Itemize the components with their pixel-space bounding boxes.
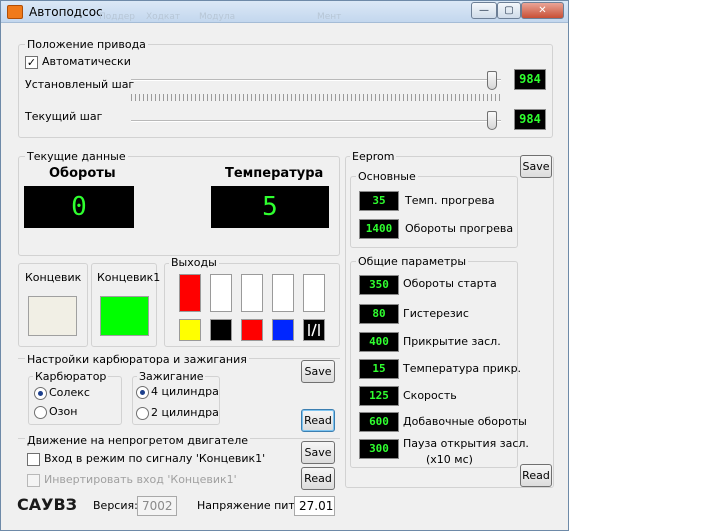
param-value: 35 [359,191,399,211]
limit-switch-label: Концевик [25,271,82,284]
auto-checkbox[interactable]: ✓ [25,56,38,69]
eeprom-title: Eeprom [350,150,397,163]
slider-ticks [131,97,501,101]
param-label: Обороты старта [403,277,497,290]
invert-input-label: Инвертировать вход 'Концевик1' [44,473,237,486]
output-indicator [210,319,232,341]
invert-input-checkbox[interactable] [27,474,40,487]
output-indicator [241,319,263,341]
carb-option-label: Озон [49,405,78,418]
main-window: Автоподсос Поддер Ходкат Модула Мент — ▢… [0,0,569,531]
param-value: 350 [359,275,399,295]
rpm-display: 0 [24,186,134,228]
eeprom-read-button[interactable]: Read [520,464,552,487]
ghost-menu-item: Ходкат [146,12,181,22]
window-title: Автоподсос [29,5,103,19]
drive-position-title: Положение привода [25,38,148,51]
carb-settings-title: Настройки карбюратора и зажигания [25,353,249,366]
voltage-label: Напряжение пит.: [197,499,303,512]
ignition-option-label: 2 цилиндра [151,406,219,419]
param-label: Гистерезис [403,307,469,320]
current-step-slider[interactable] [131,93,501,133]
param-value: 300 [359,439,399,459]
cold-save-button[interactable]: Save [301,441,335,464]
version-field: 7002 [137,496,177,516]
param-value: 1400 [359,219,399,239]
close-button[interactable]: ✕ [521,2,564,19]
auto-label: Автоматически [42,55,131,68]
output-indicator [303,274,325,312]
title-bar: Автоподсос Поддер Ходкат Модула Мент — ▢… [1,1,568,23]
slash-icon [303,319,325,341]
ghost-menu-item: Мент [317,12,342,22]
param-unit-label: (x10 мс) [426,453,473,466]
output-indicator [179,274,201,312]
minimize-button[interactable]: — [471,2,497,19]
carb-option-radio[interactable] [34,406,47,419]
param-value: 600 [359,412,399,432]
carb-save-button[interactable]: Save [301,360,335,383]
common-params-title: Общие параметры [356,255,469,268]
param-value: 125 [359,386,399,406]
param-label: Скорость [403,389,457,402]
set-step-value: 984 [514,69,546,90]
basic-params-title: Основные [356,170,418,183]
param-value: 400 [359,332,399,352]
version-label: Версия: [93,499,138,512]
output-indicator [241,274,263,312]
param-label: Добавочные обороты [403,415,527,428]
current-step-value: 984 [514,109,546,130]
brand-label: САУВЗ [17,495,78,514]
output-indicator [272,319,294,341]
enter-mode-label: Вход в режим по сигналу 'Концевик1' [44,452,266,465]
param-label: Прикрытие засл. [403,335,501,348]
ghost-menu-item: Модула [199,12,236,22]
carb-read-button[interactable]: Read [301,409,335,432]
limit-switch1-indicator [100,296,149,336]
slider-track [131,79,501,81]
current-data-title: Текущие данные [25,150,128,163]
ignition-option-radio[interactable] [136,386,149,399]
ghost-menu-item: Поддер [99,12,135,22]
output-indicator [272,274,294,312]
cold-read-button[interactable]: Read [301,467,335,490]
voltage-field: 27.01 [294,496,335,516]
slider-thumb[interactable] [487,111,497,130]
set-step-label: Установленый шаг [25,78,135,91]
carb-option-label: Солекс [49,386,90,399]
param-label: Температура прикр. [403,362,522,375]
rpm-label: Обороты [49,166,116,181]
limit-switch1-label: Концевик1 [97,271,161,284]
slider-thumb[interactable] [487,71,497,90]
cold-engine-title: Движение на непрогретом двигателе [25,434,250,447]
ignition-option-radio[interactable] [136,407,149,420]
carburetor-title: Карбюратор [33,370,109,383]
slider-track [131,120,501,122]
ignition-title: Зажигание [137,370,206,383]
param-label: Темп. прогрева [405,194,495,207]
limit-switch-indicator [28,296,77,336]
temperature-label: Температура [225,166,324,181]
app-icon [7,5,23,19]
enter-mode-checkbox[interactable] [27,453,40,466]
current-step-label: Текущий шаг [25,110,103,123]
output-indicator [210,274,232,312]
carb-option-radio[interactable] [34,387,47,400]
ignition-option-label: 4 цилиндра [151,385,219,398]
param-value: 80 [359,304,399,324]
temperature-display: 5 [211,186,329,228]
output-indicator [179,319,201,341]
param-label: Пауза открытия засл. [403,437,529,450]
maximize-button[interactable]: ▢ [497,2,521,19]
eeprom-save-button[interactable]: Save [520,155,552,178]
outputs-title: Выходы [169,256,219,269]
param-label: Обороты прогрева [405,222,514,235]
param-value: 15 [359,359,399,379]
